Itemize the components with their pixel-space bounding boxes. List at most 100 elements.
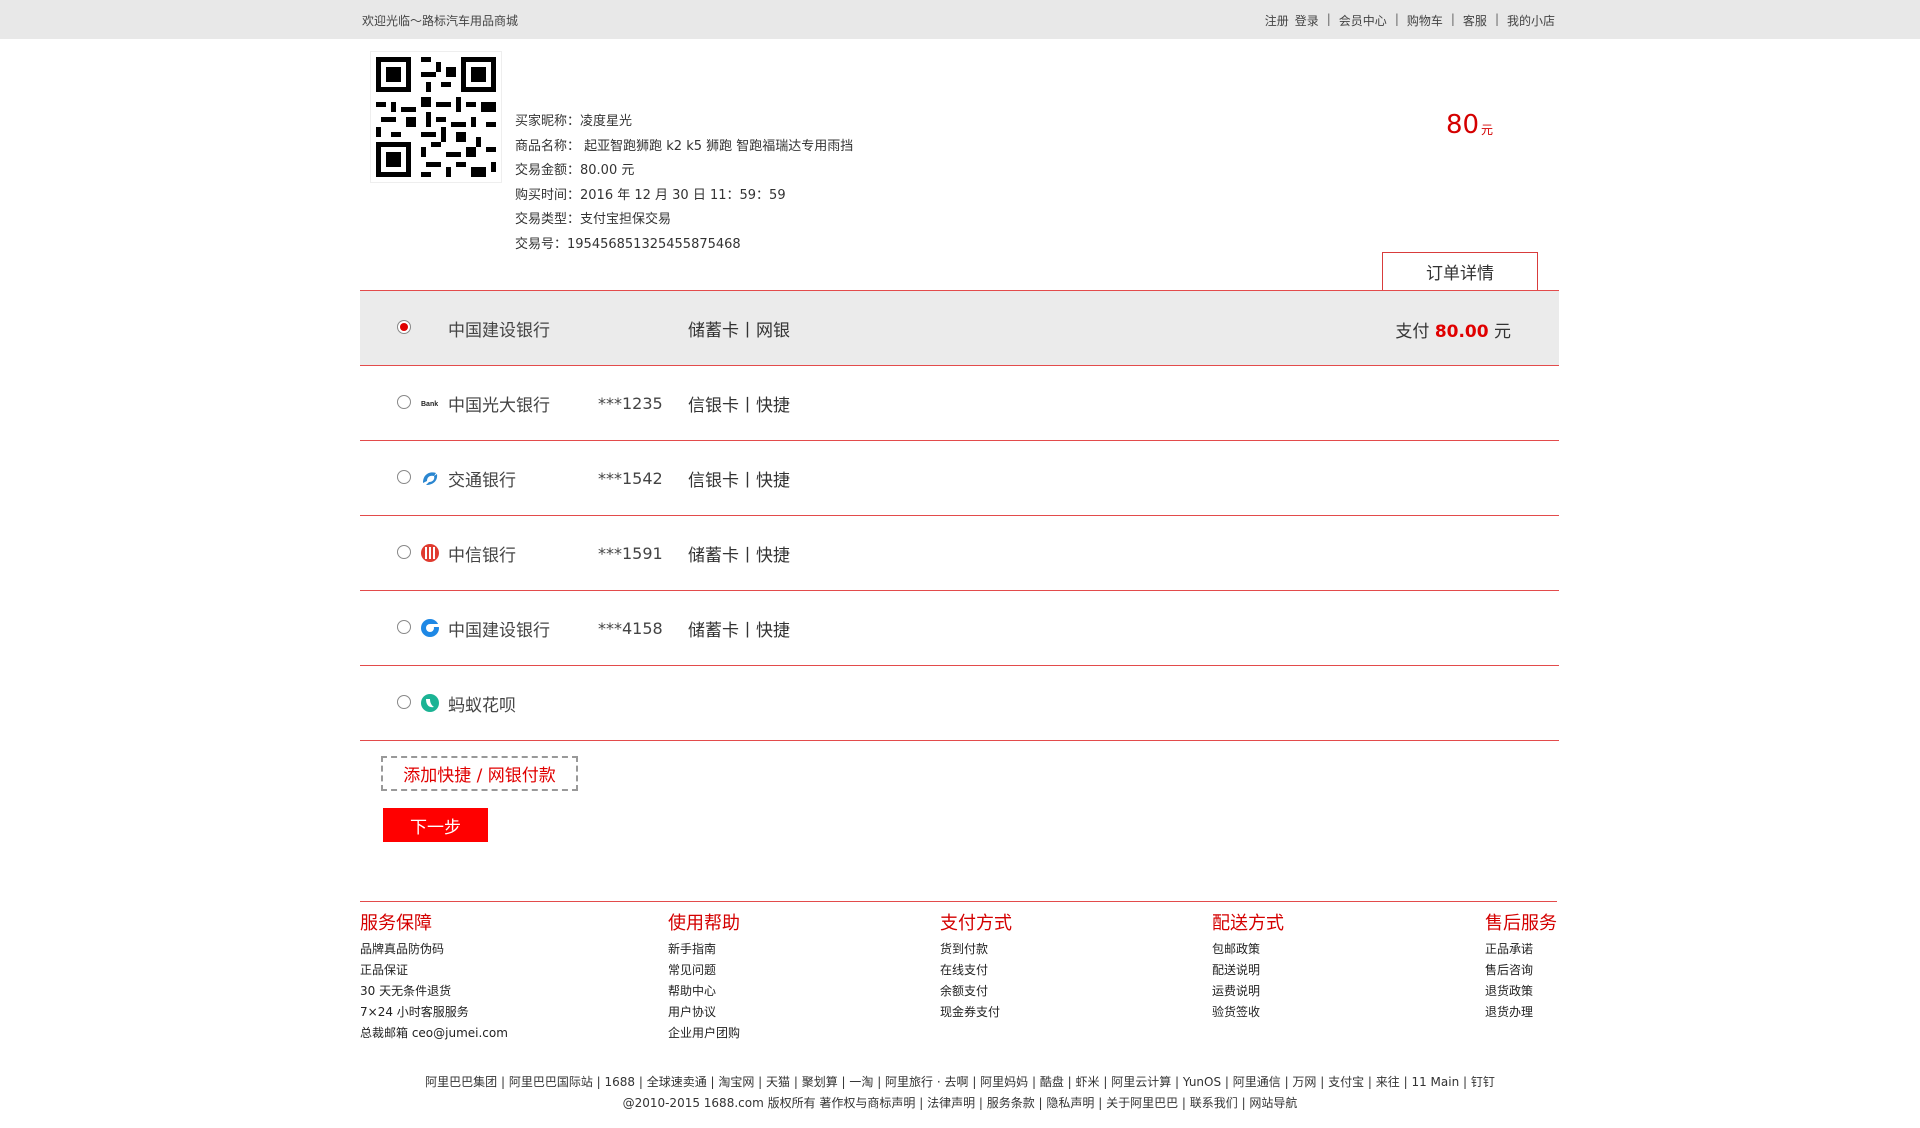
purchase-time: 购买时间：2016 年 12 月 30 日 11：59：59 xyxy=(515,187,786,203)
footer-column-title: 售后服务 xyxy=(1485,913,1557,934)
footer-link[interactable]: 企业用户团购 xyxy=(668,1023,740,1044)
member-center-link[interactable]: 会员中心 xyxy=(1339,12,1387,29)
radio-button[interactable] xyxy=(397,395,411,409)
bank-name: 中国光大银行 xyxy=(448,396,550,416)
footer-link[interactable]: 品牌真品防伪码 xyxy=(360,939,508,960)
footer-link[interactable]: 正品承诺 xyxy=(1485,939,1557,960)
order-detail-button[interactable]: 订单详情 xyxy=(1382,252,1538,290)
footer-link[interactable]: 常见问题 xyxy=(668,960,740,981)
total-amount: 80 xyxy=(1446,110,1480,140)
total-amount-unit: 元 xyxy=(1481,123,1494,137)
pay-prefix: 支付 xyxy=(1395,322,1430,342)
footer-link[interactable]: 验货签收 xyxy=(1212,1002,1284,1023)
customer-service-link[interactable]: 客服 xyxy=(1463,12,1487,29)
divider: | xyxy=(1326,12,1331,26)
top-bar: 欢迎光临～路标汽车用品商城 注册 登录 | 会员中心 | 购物车 | 客服 | … xyxy=(0,0,1920,39)
payment-option-ceb[interactable]: Bank 中国光大银行 ***1235 信银卡丨快捷 xyxy=(360,365,1559,440)
bank-name: 中信银行 xyxy=(448,546,516,566)
login-link[interactable]: 登录 xyxy=(1295,12,1319,29)
footer-link[interactable]: 总裁邮箱 ceo@jumei.com xyxy=(360,1023,508,1044)
payment-option-bocom[interactable]: 交通银行 ***1542 信银卡丨快捷 xyxy=(360,440,1559,515)
footer-link[interactable]: 售后咨询 xyxy=(1485,960,1557,981)
card-number: ***1235 xyxy=(598,394,663,413)
footer-link[interactable]: 新手指南 xyxy=(668,939,740,960)
footer-column-title: 支付方式 xyxy=(940,913,1012,934)
footer-link[interactable]: 退货政策 xyxy=(1485,981,1557,1002)
card-number: ***1542 xyxy=(598,469,663,488)
card-type: 储蓄卡丨快捷 xyxy=(688,546,790,566)
bank-text-icon: Bank xyxy=(421,401,438,408)
card-number: ***1591 xyxy=(598,544,663,563)
qr-code xyxy=(370,51,502,183)
huabei-icon xyxy=(421,694,439,712)
footer-link[interactable]: 正品保证 xyxy=(360,960,508,981)
footer-link[interactable]: 帮助中心 xyxy=(668,981,740,1002)
card-type: 信银卡丨快捷 xyxy=(688,396,790,416)
register-link[interactable]: 注册 xyxy=(1265,12,1289,29)
top-links: 注册 登录 | 会员中心 | 购物车 | 客服 | 我的小店 xyxy=(1265,12,1555,29)
footer-link[interactable]: 30 天无条件退货 xyxy=(360,981,508,1002)
footer-link[interactable]: 货到付款 xyxy=(940,939,1012,960)
divider: | xyxy=(1394,12,1399,26)
trade-amount: 交易金额：80.00 元 xyxy=(515,163,635,178)
svg-text:Bank: Bank xyxy=(421,401,438,408)
footer-column-title: 配送方式 xyxy=(1212,913,1284,934)
footer-partner-links[interactable]: 阿里巴巴集团 | 阿里巴巴国际站 | 1688 | 全球速卖通 | 淘宝网 | … xyxy=(0,1073,1920,1090)
next-step-button[interactable]: 下一步 xyxy=(383,808,488,842)
card-type: 储蓄卡丨网银 xyxy=(688,321,790,341)
footer-link[interactable]: 现金券支付 xyxy=(940,1002,1012,1023)
footer-column-aftersales: 售后服务 正品承诺 售后咨询 退货政策 退货办理 xyxy=(1485,909,1557,1023)
citic-icon xyxy=(421,544,439,562)
product-name: 商品名称： 起亚智跑狮跑 k2 k5 狮跑 智跑福瑞达专用雨挡 xyxy=(515,138,854,154)
footer-link[interactable]: 退货办理 xyxy=(1485,1002,1557,1023)
bank-name: 中国建设银行 xyxy=(448,321,550,341)
footer-column-help: 使用帮助 新手指南 常见问题 帮助中心 用户协议 企业用户团购 xyxy=(668,909,740,1044)
card-type: 信银卡丨快捷 xyxy=(688,471,790,491)
qr-code-icon xyxy=(371,52,501,182)
buyer-name: 买家昵称：凌度星光 xyxy=(515,114,633,129)
footer-link[interactable]: 配送说明 xyxy=(1212,960,1284,981)
footer-link[interactable]: 运费说明 xyxy=(1212,981,1284,1002)
payment-method-list: 中国建设银行 储蓄卡丨网银 支付 80.00 元 Bank 中国光大银行 ***… xyxy=(360,290,1559,741)
footer-link[interactable]: 包邮政策 xyxy=(1212,939,1284,960)
footer-link[interactable]: 余额支付 xyxy=(940,981,1012,1002)
payment-option-ccb-quick[interactable]: 中国建设银行 ***4158 储蓄卡丨快捷 xyxy=(360,590,1559,665)
footer-link[interactable]: 7×24 小时客服服务 xyxy=(360,1002,508,1023)
footer-column-title: 使用帮助 xyxy=(668,913,740,934)
bank-name: 中国建设银行 xyxy=(448,621,550,641)
bocom-icon xyxy=(423,472,438,485)
radio-button[interactable] xyxy=(397,320,411,334)
divider: | xyxy=(1494,12,1499,26)
trade-number: 交易号：195456851325455875468 xyxy=(515,236,741,252)
pay-unit: 元 xyxy=(1494,322,1511,342)
ccb-icon xyxy=(421,619,439,637)
pay-amount: 80.00 xyxy=(1434,322,1489,342)
card-type: 储蓄卡丨快捷 xyxy=(688,621,790,641)
payment-option-huabei[interactable]: 蚂蚁花呗 xyxy=(360,665,1559,741)
radio-button[interactable] xyxy=(397,620,411,634)
trade-type: 交易类型：支付宝担保交易 xyxy=(515,212,672,227)
radio-button[interactable] xyxy=(397,695,411,709)
bank-name: 蚂蚁花呗 xyxy=(448,696,516,716)
cart-link[interactable]: 购物车 xyxy=(1407,12,1443,29)
footer-column-title: 服务保障 xyxy=(360,913,432,934)
footer-column-delivery: 配送方式 包邮政策 配送说明 运费说明 验货签收 xyxy=(1212,909,1284,1023)
card-number: ***4158 xyxy=(598,619,663,638)
payment-option-ccb-netbank[interactable]: 中国建设银行 储蓄卡丨网银 支付 80.00 元 xyxy=(360,290,1559,365)
my-shop-link[interactable]: 我的小店 xyxy=(1507,12,1555,29)
payment-option-citic[interactable]: 中信银行 ***1591 储蓄卡丨快捷 xyxy=(360,515,1559,590)
footer-column-payment: 支付方式 货到付款 在线支付 余额支付 现金券支付 xyxy=(940,909,1012,1023)
footer-copyright: @2010-2015 1688.com 版权所有 著作权与商标声明 | 法律声明… xyxy=(622,1096,1298,1110)
order-info: 买家昵称：凌度星光 商品名称： 起亚智跑狮跑 k2 k5 狮跑 智跑福瑞达专用雨… xyxy=(515,110,853,257)
footer-divider xyxy=(360,901,1557,902)
pay-total: 支付 80.00 元 xyxy=(1395,317,1511,342)
divider: | xyxy=(1450,12,1455,26)
footer-link[interactable]: 用户协议 xyxy=(668,1002,740,1023)
radio-button[interactable] xyxy=(397,470,411,484)
bank-name: 交通银行 xyxy=(448,471,516,491)
add-payment-button[interactable]: 添加快捷 / 网银付款 xyxy=(381,756,578,791)
welcome-text: 欢迎光临～路标汽车用品商城 xyxy=(362,14,519,28)
footer-link[interactable]: 在线支付 xyxy=(940,960,1012,981)
footer-column-service: 服务保障 品牌真品防伪码 正品保证 30 天无条件退货 7×24 小时客服服务 … xyxy=(360,909,508,1044)
radio-button[interactable] xyxy=(397,545,411,559)
